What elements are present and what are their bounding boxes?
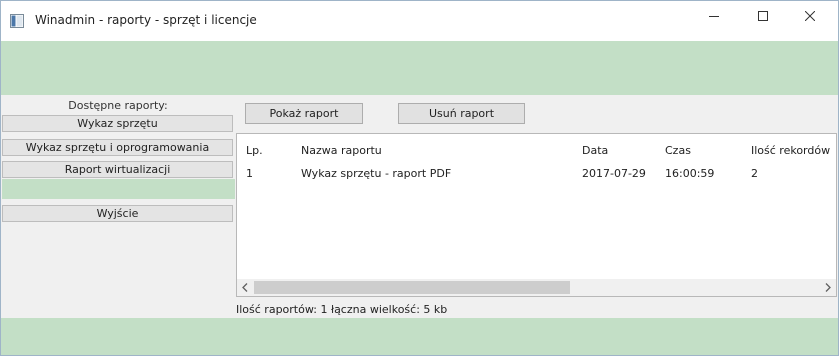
- show-report-button[interactable]: Pokaż raport: [245, 103, 363, 124]
- window-title: Winadmin - raporty - sprzęt i licencje: [35, 13, 257, 27]
- column-header-date[interactable]: Data: [582, 144, 608, 157]
- column-header-record-count[interactable]: Ilość rekordów: [751, 144, 830, 157]
- title-bar: Winadmin - raporty - sprzęt i licencje: [1, 1, 838, 41]
- column-header-time[interactable]: Czas: [665, 144, 691, 157]
- cell-record-count: 2: [751, 167, 758, 180]
- sidebar-green-band: [2, 179, 235, 199]
- maximize-icon: [758, 11, 768, 21]
- top-green-band: [1, 41, 838, 95]
- maximize-button[interactable]: [740, 1, 786, 31]
- window-app-icon: [10, 14, 24, 28]
- bottom-green-band: [1, 318, 838, 355]
- cell-name: Wykaz sprzętu - raport PDF: [301, 167, 452, 180]
- cell-date: 2017-07-29: [582, 167, 646, 180]
- reports-table: Lp. Nazwa raportu Data Czas Ilość rekord…: [236, 133, 837, 297]
- report-toolbar: Pokaż raport Usuń raport: [236, 95, 838, 133]
- report-button-hardware-software[interactable]: Wykaz sprzętu i oprogramowania: [2, 139, 233, 156]
- scrollbar-thumb[interactable]: [254, 281, 570, 294]
- close-icon: [805, 11, 815, 21]
- report-button-hardware[interactable]: Wykaz sprzętu: [2, 115, 233, 132]
- cell-lp: 1: [246, 167, 253, 180]
- delete-report-button[interactable]: Usuń raport: [398, 103, 525, 124]
- minimize-button[interactable]: [691, 1, 737, 31]
- report-button-virtualization[interactable]: Raport wirtualizacji: [2, 161, 233, 178]
- minimize-icon: [709, 16, 719, 17]
- arrow-right-icon[interactable]: [819, 279, 836, 296]
- horizontal-scrollbar[interactable]: [237, 279, 836, 296]
- app-window: Winadmin - raporty - sprzęt i licencje D…: [0, 0, 839, 356]
- reports-caption: Dostępne raporty:: [68, 99, 168, 112]
- close-button[interactable]: [787, 1, 833, 31]
- column-header-lp[interactable]: Lp.: [246, 144, 263, 157]
- reports-sidebar: Dostępne raporty: Wykaz sprzętu Wykaz sp…: [1, 95, 235, 303]
- column-header-name[interactable]: Nazwa raportu: [301, 144, 382, 157]
- cell-time: 16:00:59: [665, 167, 715, 180]
- arrow-left-icon[interactable]: [237, 279, 254, 296]
- exit-button[interactable]: Wyjście: [2, 205, 233, 222]
- status-text: Ilość raportów: 1 łączna wielkość: 5 kb: [236, 303, 838, 317]
